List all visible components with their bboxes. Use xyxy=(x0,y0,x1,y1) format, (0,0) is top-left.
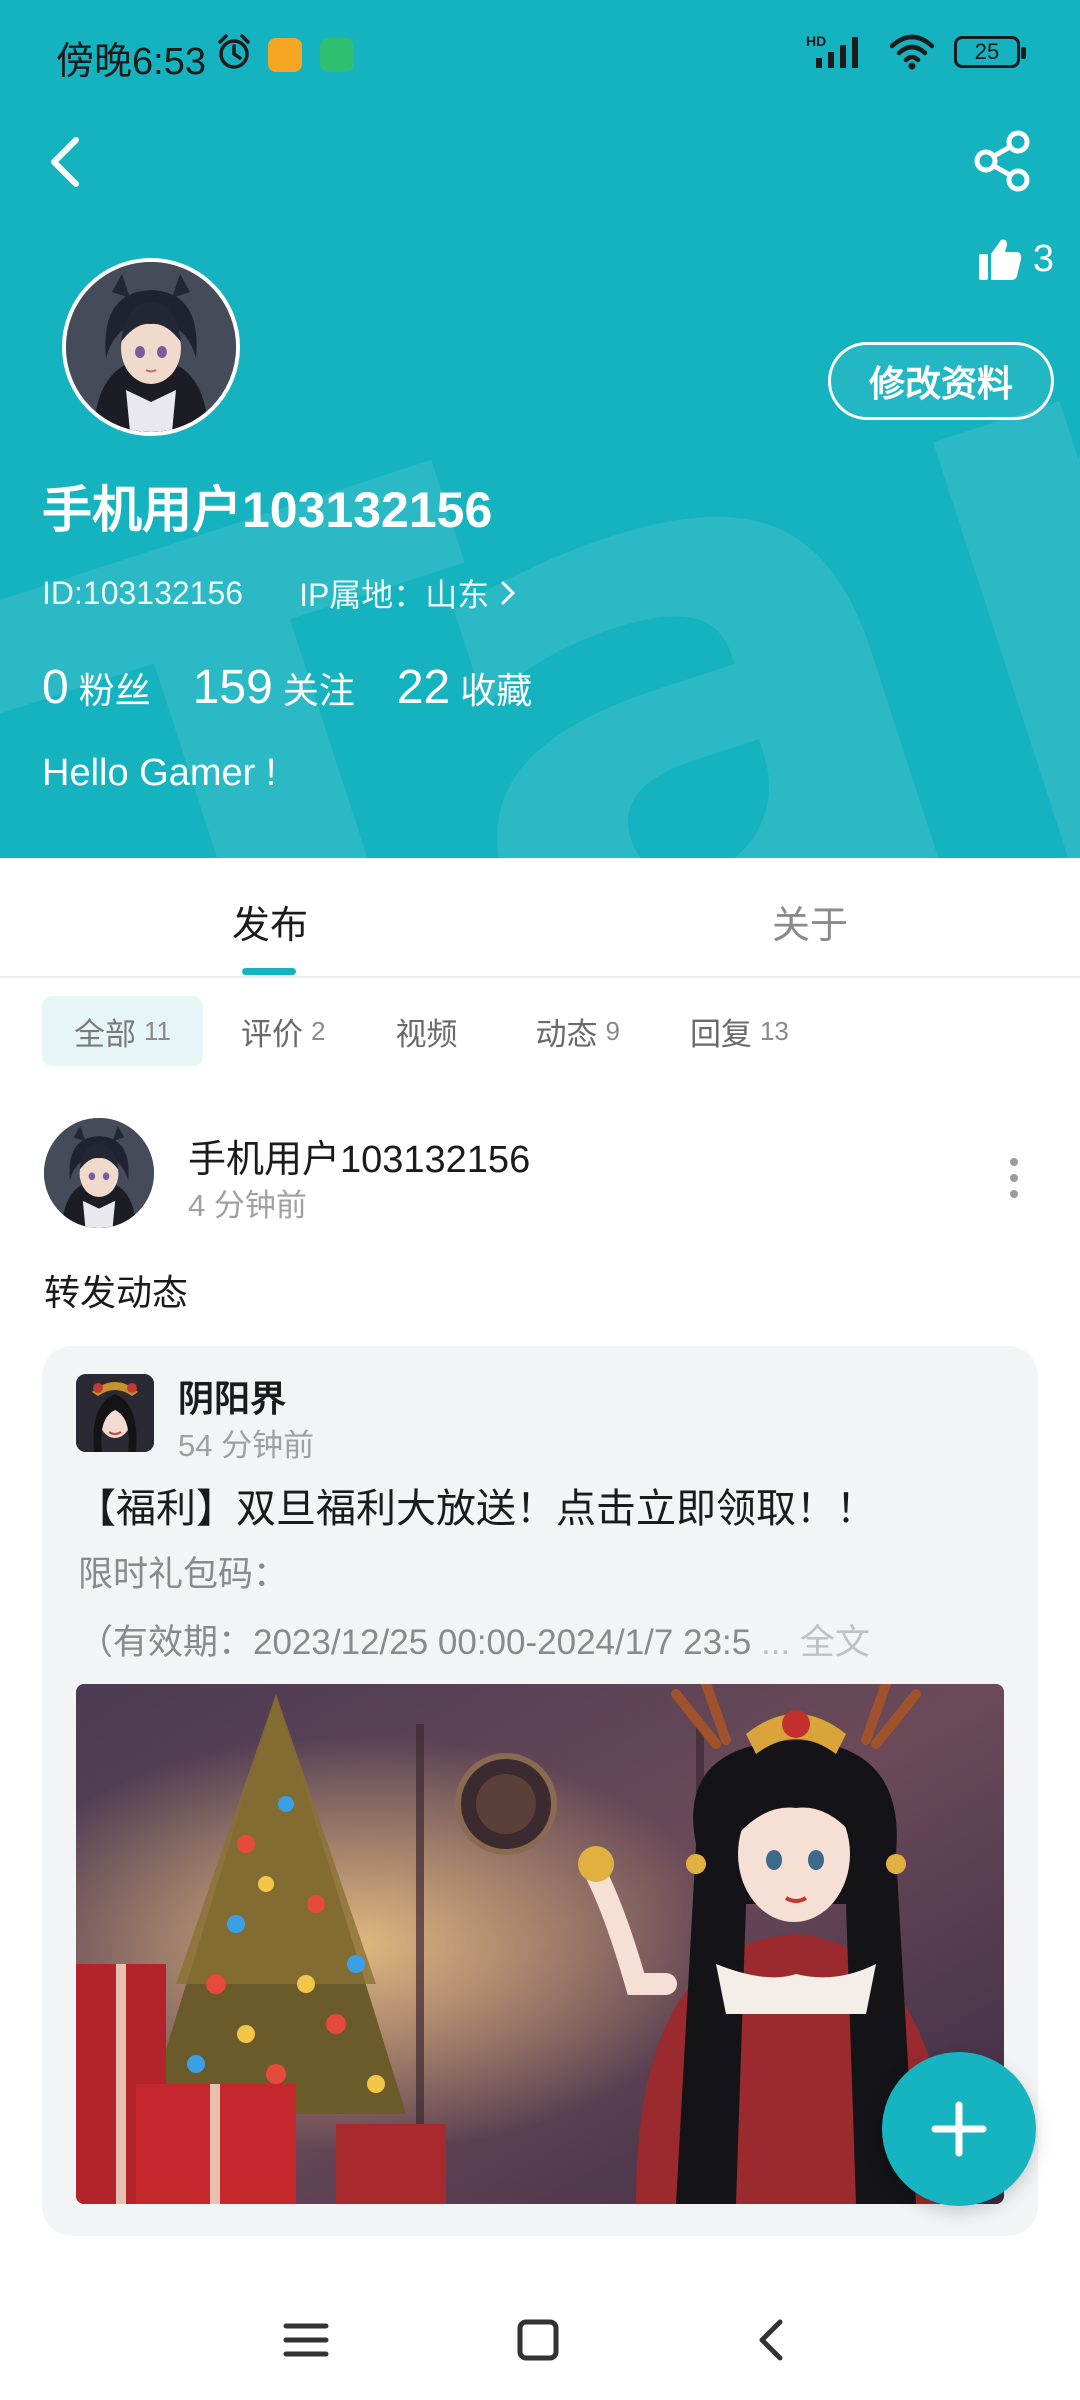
repost-author-avatar[interactable] xyxy=(76,1374,154,1452)
home-square-icon[interactable] xyxy=(508,2310,568,2370)
create-post-button[interactable] xyxy=(882,2052,1036,2206)
system-nav-bar xyxy=(0,2280,1080,2400)
stat-followers[interactable]: 0 粉丝 xyxy=(42,660,151,715)
filter-chips: 全部 11 评价 2 视频 动态 9 回复 13 xyxy=(42,996,827,1066)
repost-time: 54 分钟前 xyxy=(178,1428,315,1463)
repost-title: 【福利】双旦福利大放送！点击立即领取！！ xyxy=(76,1487,876,1531)
menu-icon[interactable] xyxy=(276,2310,336,2370)
filter-all[interactable]: 全部 11 xyxy=(42,996,203,1066)
more-options-icon[interactable] xyxy=(1006,1156,1022,1200)
filter-reviews[interactable]: 评价 2 xyxy=(209,996,357,1066)
security-app-icon xyxy=(320,38,354,72)
filter-replies[interactable]: 回复 13 xyxy=(658,996,821,1066)
wifi-icon xyxy=(889,34,935,70)
stat-following[interactable]: 159 关注 xyxy=(193,660,355,715)
chevron-right-icon xyxy=(501,581,516,605)
stat-favorites[interactable]: 22 收藏 xyxy=(397,660,532,715)
status-right-icons: HD 25 xyxy=(806,32,1026,72)
likes-count: 3 xyxy=(1032,237,1054,280)
repost-excerpt-line: 限时礼包码： xyxy=(78,1555,289,1594)
tab-about[interactable]: 关于 xyxy=(772,894,848,949)
thumbs-up-icon xyxy=(978,239,1022,280)
repost-image[interactable] xyxy=(76,1684,1004,2204)
profile-header: TapTap 傍晚6:53 HD 25 xyxy=(0,0,1080,858)
repost-avatar-image xyxy=(76,1374,154,1452)
notification-app-icon xyxy=(268,38,302,72)
status-bar: 傍晚6:53 HD 25 xyxy=(0,0,1080,110)
user-stats: 0 粉丝 159 关注 22 收藏 xyxy=(42,660,532,715)
profile-tabs: 发布 关于 xyxy=(0,858,1080,978)
repost-excerpt-line: （有效期：2023/12/25 00:00-2024/1/7 23:5 ... … xyxy=(78,1623,870,1662)
avatar[interactable] xyxy=(62,258,240,436)
repost-author-name[interactable]: 阴阳界 xyxy=(178,1370,286,1422)
ip-location-link[interactable]: IP属地：山东 xyxy=(299,570,517,616)
likes-counter[interactable]: 3 xyxy=(977,236,1054,282)
filter-videos[interactable]: 视频 xyxy=(363,996,497,1066)
user-bio: Hello Gamer ! xyxy=(42,752,277,794)
edit-profile-button[interactable]: 修改资料 xyxy=(828,342,1054,420)
tab-indicator xyxy=(242,968,296,975)
filter-moments[interactable]: 动态 9 xyxy=(503,996,651,1066)
post-text: 转发动态 xyxy=(44,1272,189,1313)
avatar-image xyxy=(66,262,236,432)
username: 手机用户103132156 xyxy=(42,482,493,538)
user-meta: ID:103132156 IP属地：山东 xyxy=(42,570,517,616)
ip-location: IP属地：山东 xyxy=(299,577,490,613)
share-icon[interactable] xyxy=(970,128,1036,194)
back-arrow-icon[interactable] xyxy=(36,126,96,196)
user-id: ID:103132156 xyxy=(42,574,244,611)
tab-publish[interactable]: 发布 xyxy=(232,894,308,949)
post-time: 4 分钟前 xyxy=(188,1188,307,1223)
signal-icon: HD xyxy=(806,33,858,68)
plus-icon xyxy=(931,2101,987,2157)
post-author-name[interactable]: 手机用户103132156 xyxy=(188,1128,530,1183)
battery-icon: 25 xyxy=(954,36,1026,68)
nav-back-icon[interactable] xyxy=(742,2310,802,2370)
post-avatar-image xyxy=(44,1118,154,1228)
post-author-avatar[interactable] xyxy=(44,1118,154,1228)
status-time: 傍晚6:53 xyxy=(56,41,206,83)
alarm-icon xyxy=(218,34,250,69)
svg-text:HD: HD xyxy=(806,33,826,49)
christmas-illustration xyxy=(76,1684,1004,2204)
read-more-link[interactable]: ... 全文 xyxy=(761,1623,870,1662)
